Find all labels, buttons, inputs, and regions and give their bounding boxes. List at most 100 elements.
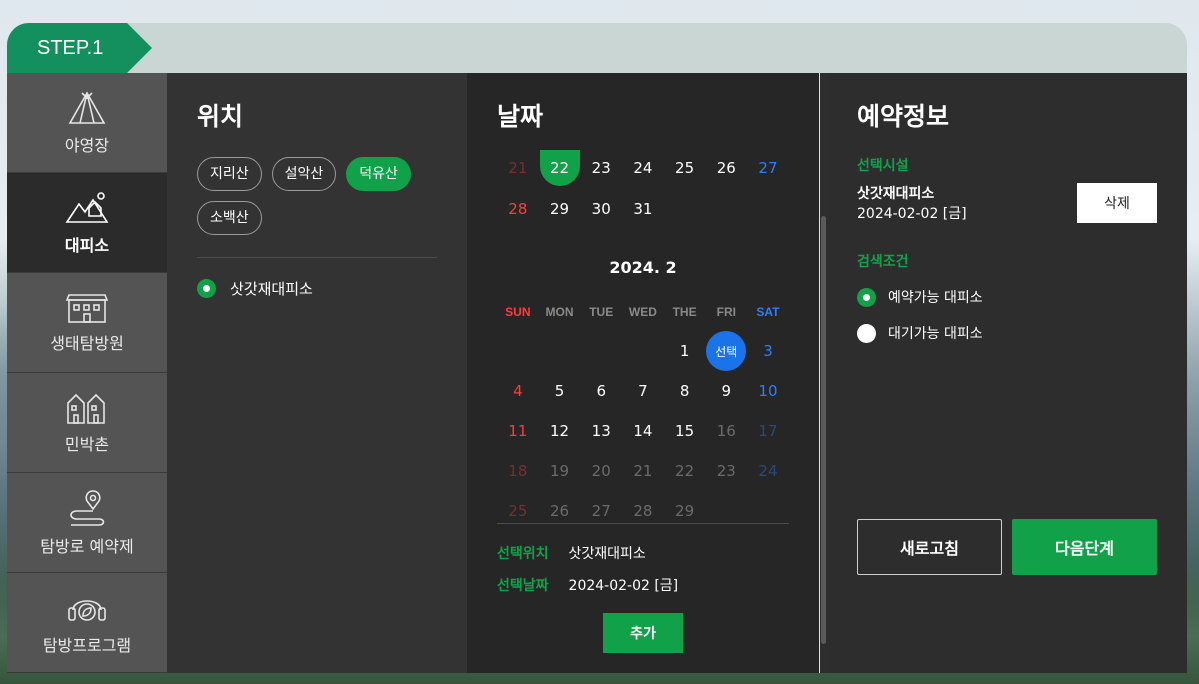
calendar-day[interactable]: 4	[497, 373, 539, 409]
option-available-shelter[interactable]: 예약가능 대피소	[857, 287, 983, 307]
calendar-day: 21	[508, 159, 528, 177]
calendar-day-disabled: 18	[508, 462, 528, 480]
selected-date-value: 2024-02-02 [금]	[568, 578, 679, 594]
weekday-label: THE	[672, 305, 697, 319]
option-label: 대기가능 대피소	[888, 326, 983, 342]
calendar-day[interactable]: 30	[580, 191, 622, 227]
calendar-day-selected[interactable]: 선택	[705, 331, 747, 371]
weekday-label: SUN	[505, 305, 531, 319]
divider	[197, 257, 437, 258]
sidebar-item-label: 탐방프로그램	[42, 635, 132, 655]
calendar-day-disabled: 20	[591, 462, 611, 480]
divider	[497, 523, 789, 524]
calendar-prev-row-1: 21 22 23 24 25 26 27	[497, 150, 789, 186]
calendar-day[interactable]: 29	[539, 191, 581, 227]
add-button[interactable]: 추가	[603, 613, 683, 653]
calendar-day[interactable]: 3	[747, 333, 789, 369]
calendar-day[interactable]: 28	[497, 191, 539, 227]
houses-icon	[67, 393, 105, 424]
sidebar-item-campsite[interactable]: 야영장	[7, 73, 167, 173]
sidebar-item-minbak[interactable]: 민박촌	[7, 373, 167, 473]
chip-sobaeksan[interactable]: 소백산	[197, 201, 262, 235]
option-waitlist-shelter[interactable]: 대기가능 대피소	[857, 323, 983, 343]
calendar-week-3: 11 12 13 14 15 16 17	[497, 413, 789, 449]
next-step-button[interactable]: 다음단계	[1012, 519, 1157, 575]
chip-jirisan[interactable]: 지리산	[197, 157, 262, 191]
calendar-prev-row-2: 28 29 30 31	[497, 191, 664, 227]
weekday-label: MON	[545, 305, 574, 319]
reservation-panel: STEP.1 야영장 대피소 생태탐방원 민박촌 탐방로 예약제 탐방프로그램 …	[7, 23, 1187, 673]
calendar-day[interactable]: 13	[580, 413, 622, 449]
radio-unselected-icon[interactable]	[857, 323, 876, 343]
sidebar-item-program[interactable]: 탐방프로그램	[7, 573, 167, 673]
calendar-day[interactable]: 25	[664, 150, 706, 186]
date-column: 날짜 21 22 23 24 25 26 27 28 29 30 31 2024…	[467, 73, 827, 673]
selected-date-row: 선택날짜 2024-02-02 [금]	[497, 575, 678, 595]
option-label: 예약가능 대피소	[888, 290, 983, 306]
mountain-chip-list: 지리산 설악산 덕유산 소백산	[197, 157, 447, 235]
chip-deogyusan[interactable]: 덕유산	[346, 157, 411, 191]
selected-date-label: 선택날짜	[497, 578, 549, 594]
scrollbar-thumb[interactable]	[821, 216, 826, 644]
selected-location-label: 선택위치	[497, 546, 549, 562]
calendar-day-empty	[622, 333, 664, 369]
chip-seoraksan[interactable]: 설악산	[271, 157, 337, 191]
calendar-day[interactable]: 5	[539, 373, 581, 409]
calendar-day[interactable]: 12	[539, 413, 581, 449]
calendar-day-empty	[497, 333, 539, 369]
calendar-day[interactable]: 6	[580, 373, 622, 409]
calendar-day[interactable]: 15	[664, 413, 706, 449]
selected-facility-name: 삿갓재대피소	[857, 186, 935, 202]
calendar-day[interactable]: 11	[497, 413, 539, 449]
calendar-day-disabled: 17	[758, 422, 778, 440]
calendar-day[interactable]: 10	[747, 373, 789, 409]
calendar-day-disabled: 21	[633, 462, 653, 480]
calendar-day[interactable]: 8	[664, 373, 706, 409]
calendar-day[interactable]: 31	[622, 191, 664, 227]
weekday-label: TUE	[589, 305, 614, 319]
sidebar-item-shelter[interactable]: 대피소	[7, 173, 167, 273]
sidebar-item-label: 생태탐방원	[50, 333, 124, 353]
radio-selected-icon[interactable]	[857, 287, 876, 307]
refresh-button[interactable]: 새로고침	[857, 519, 1002, 575]
calendar-day[interactable]: 1	[664, 333, 706, 369]
calendar-day[interactable]: 24	[622, 150, 664, 186]
radio-selected-icon[interactable]	[197, 279, 216, 298]
selected-facility-label: 선택시설	[857, 158, 909, 174]
mountain-shelter-icon	[65, 191, 109, 223]
calendar-day-selected-start[interactable]: 22	[539, 150, 581, 186]
sidebar-item-eco-center[interactable]: 생태탐방원	[7, 273, 167, 373]
shelter-option[interactable]: 삿갓재대피소	[197, 278, 313, 299]
sidebar-item-trail-reservation[interactable]: 탐방로 예약제	[7, 473, 167, 573]
calendar-day-disabled: 19	[549, 462, 570, 480]
headset-leaf-icon	[68, 599, 106, 621]
trail-pin-icon	[70, 489, 105, 526]
shelter-option-label: 삿갓재대피소	[230, 280, 313, 298]
sidebar-item-label: 야영장	[64, 135, 110, 155]
weekday-label: WED	[628, 305, 657, 319]
calendar-day-disabled: 16	[716, 422, 736, 440]
calendar-day-disabled: 23	[716, 462, 736, 480]
calendar-day[interactable]: 7	[622, 373, 664, 409]
selected-day-marker[interactable]: 선택	[706, 331, 747, 371]
delete-button[interactable]: 삭제	[1077, 183, 1157, 223]
calendar-month-label: 2024. 2	[609, 258, 677, 277]
calendar-day-empty	[539, 333, 581, 369]
step-indicator: STEP.1	[7, 23, 152, 73]
calendar-day[interactable]: 23	[580, 150, 622, 186]
calendar-day[interactable]: 9	[705, 373, 747, 409]
building-icon	[65, 293, 109, 323]
sidebar-item-label: 탐방로 예약제	[40, 536, 134, 556]
location-title: 위치	[197, 102, 244, 131]
calendar-week-1: 1 선택 3	[497, 331, 789, 371]
category-sidebar: 야영장 대피소 생태탐방원 민박촌 탐방로 예약제 탐방프로그램	[7, 73, 167, 673]
calendar-day[interactable]: 27	[747, 150, 789, 186]
selected-day-marker[interactable]: 22	[539, 150, 580, 186]
calendar-day[interactable]: 26	[705, 150, 747, 186]
weekday-header: SUN MON TUE WED THE FRI SAT	[497, 305, 789, 319]
date-scrollbar[interactable]	[820, 73, 827, 673]
weekday-label: SAT	[756, 305, 780, 319]
sidebar-item-label: 대피소	[64, 235, 110, 255]
calendar-week-4: 18 19 20 21 22 23 24	[497, 453, 789, 489]
calendar-day[interactable]: 14	[622, 413, 664, 449]
